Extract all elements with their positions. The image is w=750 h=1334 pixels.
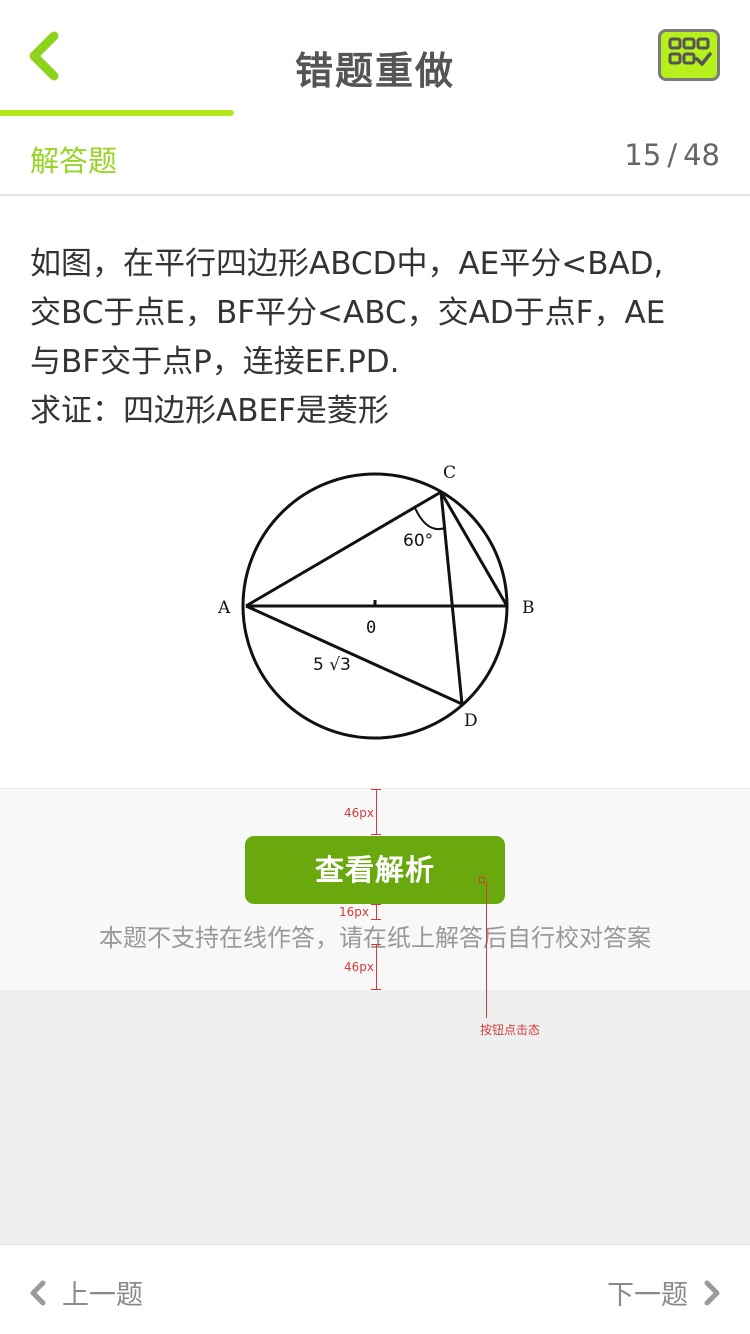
question-type-label: 解答题 [30,144,118,178]
prev-question-label: 上一题 [62,1280,143,1311]
question-counter: 15/48 [624,138,720,172]
spacing-guide-tick [371,919,381,920]
spacing-guide-top [376,789,377,835]
figure-label-a: A [217,598,231,618]
spacing-guide-tick [371,944,381,945]
answer-card-button[interactable] [658,29,720,81]
spacing-guide-bottom [376,944,377,990]
spacing-label-mid: 16px [339,905,369,919]
spacing-label-top: 46px [344,806,374,820]
spacing-guide-tick [371,834,381,835]
spacing-guide-tick [371,789,381,790]
button-state-leader [486,882,487,1018]
chevron-left-icon [30,1280,46,1305]
figure-line-ad [245,604,463,706]
figure-label-b: B [522,598,535,618]
view-analysis-button[interactable]: 查看解析 [245,836,505,904]
figure-angle-arc [414,507,446,530]
next-question-label: 下一题 [607,1280,688,1311]
geometry-figure: A B C D 0 60° 5 √3 [217,463,535,740]
spacing-guide-tick [371,904,381,905]
button-state-marker [479,877,485,883]
spacing-guide-tick [371,989,381,990]
question-line: 交BC于点E，BF平分<ABC，交AD于点F，AE [30,295,666,331]
current-index: 15 [624,138,662,172]
header: 错题重做 [0,0,750,116]
chevron-right-icon [704,1280,720,1305]
next-question-button[interactable]: 下一题 [607,1273,722,1312]
button-state-note: 按钮点击态 [480,1023,541,1037]
question-line: 如图，在平行四边形ABCD中，AE平分<BAD, [30,246,664,282]
page-title: 错题重做 [294,49,455,93]
offline-answer-hint: 本题不支持在线作答，请在纸上解答后自行校对答案 [99,924,651,952]
figure-label-o: 0 [366,618,376,638]
action-panel: 查看解析 本题不支持在线作答，请在纸上解答后自行校对答案 [0,788,750,990]
question-type-bar: 解答题 15/48 [0,116,750,196]
spacing-label-bottom: 46px [344,960,374,974]
answer-card-icon [668,37,712,66]
question-line: 求证：四边形ABEF是菱形 [30,393,389,429]
counter-separator: / [667,138,678,172]
question-line: 与BF交于点P，连接EF.PD. [30,344,400,380]
figure-angle-label: 60° [403,531,433,551]
figure-length-label: 5 √3 [313,655,351,675]
question-panel: 如图，在平行四边形ABCD中，AE平分<BAD, 交BC于点E，BF平分<ABC… [0,196,750,788]
total-count: 48 [683,138,720,172]
spacing-guide-mid [376,904,377,920]
figure-label-c: C [443,463,456,483]
prev-question-button[interactable]: 上一题 [28,1273,143,1312]
footer-nav: 上一题 下一题 [0,1244,750,1334]
question-text: 如图，在平行四边形ABCD中，AE平分<BAD, 交BC于点E，BF平分<ABC… [30,240,730,436]
figure-label-d: D [464,711,478,731]
